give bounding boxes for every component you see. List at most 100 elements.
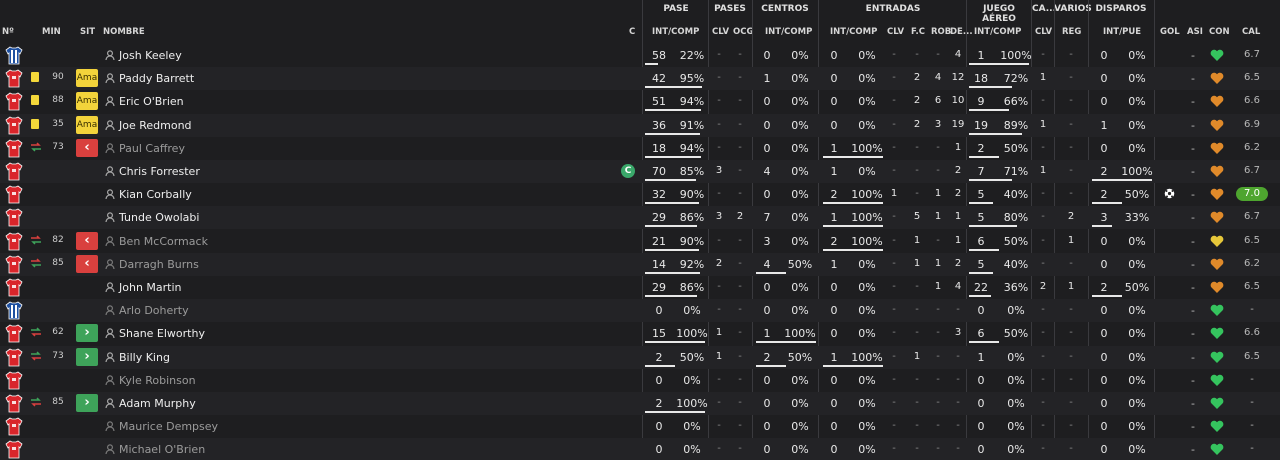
player-name-link[interactable]: Josh Keeley (119, 49, 182, 62)
player-profile-icon[interactable] (105, 444, 115, 455)
table-row[interactable]: 82 ‹ Ben McCormack 21 90% - -3 0% 2 100% -1-1 6 50% -… (0, 230, 1280, 253)
headers-percent: 0% (1007, 304, 1025, 318)
table-row[interactable]: Kian Corbally 32 90% - -0 0% 2 100% 1-1 2 5 40% - -2 5… (0, 183, 1280, 206)
player-name-link[interactable]: Paul Caffrey (119, 142, 185, 155)
player-name-link[interactable]: Paddy Barrett (119, 72, 194, 85)
col-pases-ocg[interactable]: OCG (733, 27, 753, 37)
col-entradas-rob[interactable]: ROB (931, 27, 951, 37)
table-row[interactable]: 73 › Billy King 2 50% 1-2 50% 1 100% -1- -1 0% - -0 0%… (0, 345, 1280, 369)
col-entradas-fc[interactable]: F.C (911, 27, 925, 37)
player-name-link[interactable]: Darragh Burns (119, 258, 199, 271)
col-pases-clv[interactable]: CLV (712, 27, 729, 37)
player-profile-icon[interactable] (105, 282, 115, 293)
table-row[interactable]: Chris Forrester C 70 85% 3 - 4 0% 1 0% - - - 2 7 71% 1 - 2… (0, 160, 1280, 183)
player-profile-icon[interactable] (105, 166, 115, 177)
key-headers: - (1041, 304, 1045, 316)
col-entradas-clv[interactable]: CLV (887, 27, 904, 37)
player-profile-icon[interactable] (105, 189, 115, 200)
group-pases[interactable]: PASES (709, 4, 751, 14)
interceptions: - (936, 420, 940, 432)
player-profile-icon[interactable] (105, 375, 115, 385)
col-min[interactable]: MIN (42, 27, 61, 37)
player-name-link[interactable]: Kian Corbally (119, 188, 192, 201)
chances-created: 2 (736, 211, 744, 223)
table-row[interactable]: Michael O'Brien 0 0% - - 0 0% 0 0% - - - - 0 0% - - 0 0% - - (0, 438, 1280, 460)
player-name-link[interactable]: Adam Murphy (119, 397, 196, 410)
player-profile-icon[interactable] (105, 119, 115, 130)
group-centros[interactable]: CENTROS (754, 4, 816, 14)
table-row[interactable]: 85 ‹ Darragh Burns 14 92% 2-4 50% 1 0% -1 1 2 5 40% - -… (0, 252, 1280, 276)
col-centros-int-comp[interactable]: INT/COMP (765, 27, 812, 37)
player-profile-icon[interactable] (105, 73, 115, 84)
player-profile-icon[interactable] (105, 143, 115, 153)
player-name-link[interactable]: Ben McCormack (119, 235, 208, 248)
table-row[interactable]: 73 ‹ Paul Caffrey 18 94% - -0 0% 1 100% - - -1 2 50% - -… (0, 137, 1280, 160)
player-name-link[interactable]: Arlo Doherty (119, 304, 189, 317)
col-entradas-int-comp[interactable]: INT/COMP (830, 27, 877, 37)
player-name-link[interactable]: John Martin (119, 281, 182, 294)
col-asi[interactable]: ASI (1187, 27, 1203, 37)
group-pase[interactable]: PASE (645, 4, 707, 14)
pass-attempts: 2 (655, 397, 663, 410)
player-profile-icon[interactable] (105, 235, 115, 246)
player-profile-icon[interactable] (105, 328, 115, 339)
col-con[interactable]: CON (1209, 27, 1230, 37)
col-num[interactable]: Nº (2, 27, 14, 37)
pass-attempts: 0 (655, 304, 663, 318)
clearances: 19 (951, 118, 965, 130)
tackles-percent: 0% (858, 281, 876, 294)
shots-percent: 0% (1128, 304, 1146, 318)
col-cal[interactable]: CAL (1242, 27, 1260, 37)
table-row[interactable]: 88 Ama Eric O'Brien 51 94% - -0 0% 0 0% -2 6 10 9 66% -… (0, 90, 1280, 113)
player-name-link[interactable]: Tunde Owolabi (119, 211, 199, 224)
shots-percent: 33% (1124, 211, 1150, 225)
player-name-link[interactable]: Kyle Robinson (119, 374, 196, 387)
player-profile-icon[interactable] (105, 96, 115, 107)
player-name-link[interactable]: Billy King (119, 351, 170, 364)
player-profile-icon[interactable] (105, 398, 115, 409)
player-name-link[interactable]: Michael O'Brien (119, 443, 205, 456)
table-row[interactable]: Arlo Doherty 0 0% - - 0 0% 0 0% - - - - 0 0% - - 0 0% - - (0, 299, 1280, 323)
table-row[interactable]: John Martin 29 86% - - 0 0% 0 0% - - 1 4 22 36% 2 1 2 50% -… (0, 276, 1280, 299)
group-varios[interactable]: VARIOS (1054, 4, 1092, 14)
player-name-link[interactable]: Maurice Dempsey (119, 420, 218, 433)
player-profile-icon[interactable] (105, 50, 115, 61)
player-profile-icon[interactable] (105, 421, 115, 432)
table-row[interactable]: Tunde Owolabi 29 86% 3 2 7 0% 1 100% -5 1 1 5 80% -2 3 3… (0, 206, 1280, 230)
col-sit[interactable]: SIT (80, 27, 95, 37)
col-pase-int-comp[interactable]: INT/COMP (652, 27, 699, 37)
col-varios-reg[interactable]: REG (1062, 27, 1081, 37)
col-entradas-de[interactable]: DE... (950, 27, 973, 37)
col-nombre[interactable]: NOMBRE (103, 27, 145, 37)
table-row[interactable]: Kyle Robinson 0 0% - - 0 0% 0 0% - - - - 0 0% - - 0 0% - - (0, 369, 1280, 392)
player-profile-icon[interactable] (105, 351, 115, 362)
player-profile-icon[interactable] (105, 305, 115, 316)
table-row[interactable]: 62 › Shane Elworthy 15 100% 1 - 1 100% 0 0% - - - 3 6 50… (0, 322, 1280, 345)
table-row[interactable]: 35 Ama Joe Redmond 36 91% - -0 0% 0 0% -2 3 19 19 89% 1… (0, 113, 1280, 137)
table-row[interactable]: 85 › Adam Murphy 2 100% - -0 0% 0 0% - - - -0 0% - -0 0% -… (0, 392, 1280, 415)
player-name-link[interactable]: Eric O'Brien (119, 95, 184, 108)
shots-attempts: 2 (1100, 165, 1108, 178)
table-row[interactable]: Maurice Dempsey 0 0% - - 0 0% 0 0% - - - - 0 0% - - 0 0% - - (0, 415, 1280, 438)
col-ca-clv[interactable]: CLV (1035, 27, 1052, 37)
shots-attempts: 2 (1100, 281, 1108, 294)
col-aereo-int-comp[interactable]: INT/COMP (974, 27, 1021, 37)
condition-heart-icon (1210, 281, 1224, 294)
minutes-played: 88 (52, 95, 64, 106)
headers-percent: 0% (1007, 443, 1025, 457)
player-profile-icon[interactable] (105, 212, 115, 223)
headers-attempts: 5 (977, 211, 985, 225)
col-gol[interactable]: GOL (1160, 27, 1180, 37)
player-name-link[interactable]: Shane Elworthy (119, 327, 205, 340)
table-row[interactable]: Josh Keeley 58 22% - -0 0% 0 0% - - -4 1 100% - -0 0% -6… (0, 44, 1280, 67)
table-row[interactable]: 90 Ama Paddy Barrett 42 95% - -1 0% 0 0% -2 4 12 18 72… (0, 67, 1280, 91)
player-name-link[interactable]: Joe Redmond (119, 119, 192, 132)
group-disparos[interactable]: DISPAROS (1090, 4, 1152, 14)
player-name-link[interactable]: Chris Forrester (119, 165, 200, 178)
group-entradas[interactable]: ENTRADAS (821, 4, 965, 14)
col-c[interactable]: C (629, 27, 635, 37)
group-ca[interactable]: CA... (1032, 4, 1056, 14)
col-disparos-int-pue[interactable]: INT/PUE (1103, 27, 1141, 37)
group-juego-aereo[interactable]: JUEGO AÉREO (968, 4, 1030, 24)
player-profile-icon[interactable] (105, 259, 115, 269)
